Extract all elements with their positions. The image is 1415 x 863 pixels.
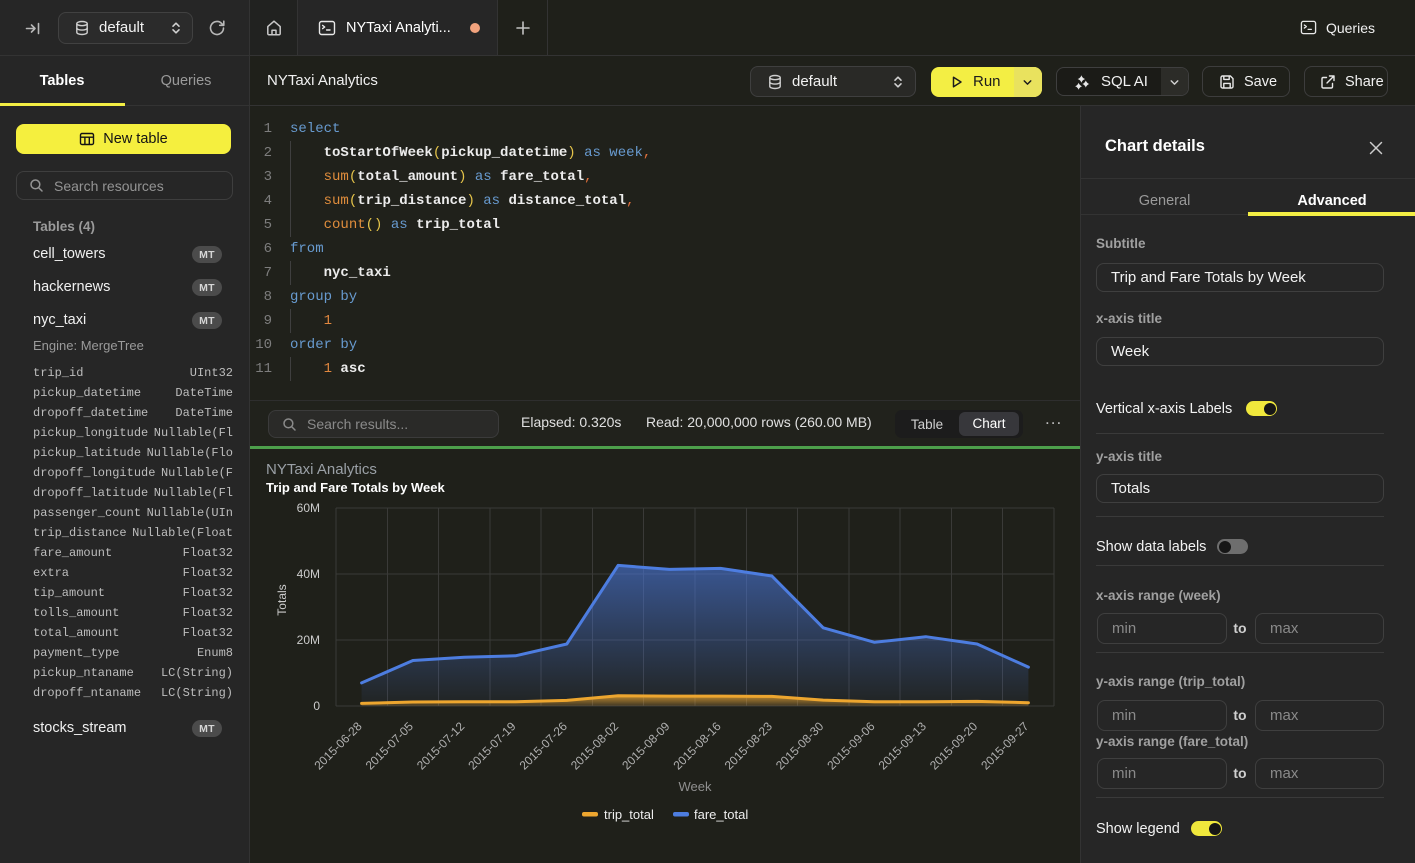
svg-text:2015-08-09: 2015-08-09 — [619, 719, 673, 773]
svg-text:20M: 20M — [297, 633, 320, 647]
svg-text:2015-07-05: 2015-07-05 — [363, 719, 417, 773]
svg-text:2015-09-13: 2015-09-13 — [876, 719, 930, 773]
svg-text:2015-08-02: 2015-08-02 — [568, 719, 622, 773]
svg-text:2015-09-06: 2015-09-06 — [824, 719, 878, 773]
svg-text:2015-07-26: 2015-07-26 — [517, 719, 571, 773]
svg-text:2015-07-19: 2015-07-19 — [465, 719, 519, 773]
svg-text:trip_total: trip_total — [604, 807, 654, 822]
svg-text:2015-08-30: 2015-08-30 — [773, 719, 827, 773]
svg-text:fare_total: fare_total — [694, 807, 748, 822]
svg-text:2015-08-16: 2015-08-16 — [670, 719, 724, 773]
svg-text:2015-07-12: 2015-07-12 — [414, 719, 468, 773]
svg-text:2015-06-28: 2015-06-28 — [311, 719, 365, 773]
svg-text:2015-09-27: 2015-09-27 — [978, 719, 1032, 773]
svg-text:2015-08-23: 2015-08-23 — [722, 719, 776, 773]
svg-text:NYTaxi Analytics: NYTaxi Analytics — [266, 461, 377, 478]
svg-text:40M: 40M — [297, 567, 320, 581]
svg-text:2015-09-20: 2015-09-20 — [927, 719, 981, 773]
svg-text:60M: 60M — [297, 501, 320, 515]
svg-text:Trip and Fare Totals by Week: Trip and Fare Totals by Week — [266, 480, 445, 495]
svg-text:Week: Week — [679, 779, 712, 794]
svg-text:Totals: Totals — [275, 584, 289, 615]
svg-text:0: 0 — [313, 699, 320, 713]
